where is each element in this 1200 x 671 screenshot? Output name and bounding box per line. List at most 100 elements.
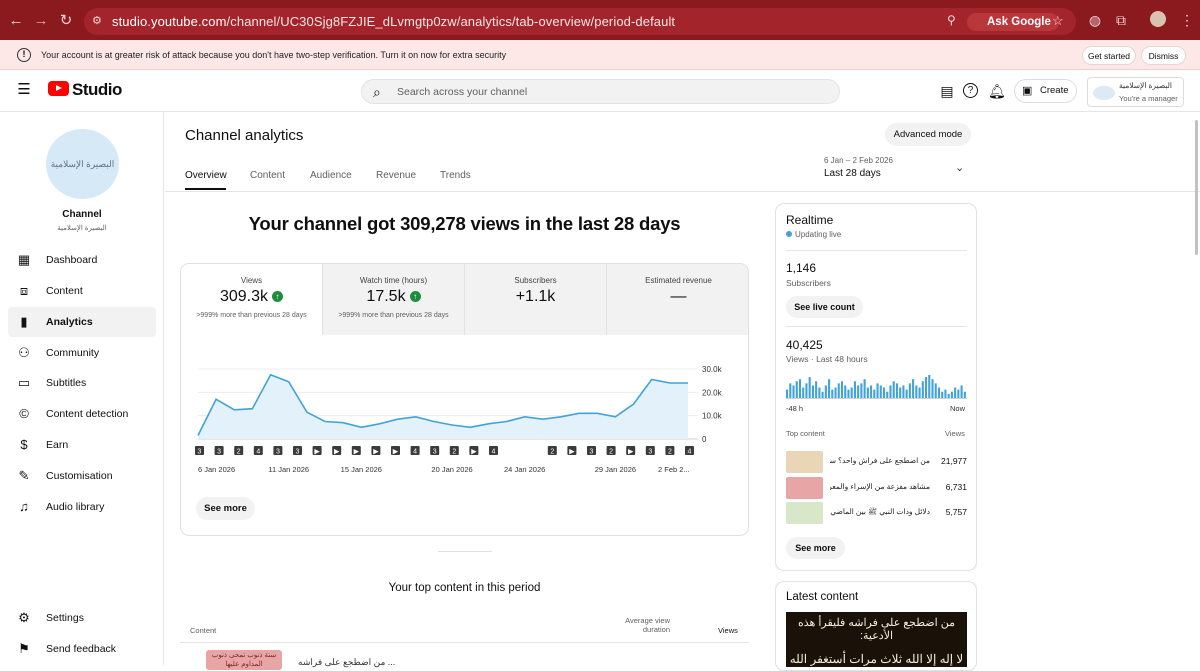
video-thumbnail bbox=[786, 451, 823, 473]
sidebar-item-content[interactable]: ⧈Content bbox=[8, 276, 156, 306]
dismiss-button[interactable]: Dismiss bbox=[1141, 46, 1186, 65]
studio-logo-text[interactable]: Studio bbox=[72, 80, 122, 100]
upload-marker-label: ▶ bbox=[569, 449, 575, 456]
list-item[interactable]: من اضطجع على فراش واحد؟ سرٌّ يهزّ القلوب… bbox=[786, 451, 967, 473]
realtime-views-bar-chart[interactable] bbox=[786, 374, 967, 399]
create-button[interactable]: ▣ Create bbox=[1014, 79, 1077, 103]
sidebar-item-subtitles[interactable]: ▭Subtitles bbox=[8, 368, 156, 398]
profile-avatar-icon[interactable] bbox=[1150, 11, 1166, 27]
notifications-bell-icon[interactable]: 🔔︎ bbox=[988, 83, 1004, 99]
sidebar-item-label: Earn bbox=[46, 439, 68, 451]
sidebar-item-dashboard[interactable]: ▦Dashboard bbox=[8, 245, 156, 275]
ask-google-label: Ask Google bbox=[987, 16, 1051, 28]
tab-audience[interactable]: Audience bbox=[310, 170, 352, 181]
channel-avatar[interactable]: البصيرة الإسلامية bbox=[46, 129, 119, 199]
kpi-note: >999% more than previous 28 days bbox=[323, 312, 464, 319]
tab-overview[interactable]: Overview bbox=[185, 170, 227, 181]
see-more-button[interactable]: See more bbox=[196, 497, 255, 520]
sidebar-item-send-feedback[interactable]: ⚑Send feedback bbox=[8, 634, 156, 664]
upload-marker-label: ▶ bbox=[373, 449, 379, 456]
tabs-divider bbox=[165, 191, 1200, 192]
upload-marker-label: 4 bbox=[413, 449, 417, 456]
kpi-views[interactable]: Views 309.3k↑ >999% more than previous 2… bbox=[181, 264, 323, 335]
youtube-logo-icon[interactable] bbox=[48, 81, 69, 96]
tab-content[interactable]: Content bbox=[250, 170, 285, 181]
realtime-bar bbox=[860, 383, 862, 398]
upload-marker-label: 2 bbox=[609, 449, 613, 456]
x-tick-label: 11 Jan 2026 bbox=[268, 465, 309, 474]
kpi-watch-time[interactable]: Watch time (hours) 17.5k↑ >999% more tha… bbox=[323, 264, 465, 335]
realtime-bar bbox=[870, 385, 872, 398]
sidebar-item-earn[interactable]: $Earn bbox=[8, 430, 156, 460]
x-tick-label: 24 Jan 2026 bbox=[504, 465, 545, 474]
creator-messages-icon[interactable]: ▤ bbox=[939, 83, 955, 99]
video-views: 5,757 bbox=[946, 507, 967, 517]
sidebar-item-community[interactable]: ⚇Community bbox=[8, 338, 156, 368]
video-thumbnail bbox=[786, 477, 823, 499]
sidebar-item-audio-library[interactable]: ♫Audio library bbox=[8, 492, 156, 522]
realtime-bar bbox=[799, 379, 801, 398]
tab-trends[interactable]: Trends bbox=[440, 170, 471, 181]
sidebar-item-customisation[interactable]: ✎Customisation bbox=[8, 461, 156, 491]
x-tick-label: 6 Jan 2026 bbox=[198, 465, 235, 474]
sidebar-item-label: Send feedback bbox=[46, 643, 116, 655]
advanced-mode-button[interactable]: Advanced mode bbox=[885, 123, 971, 146]
reload-icon[interactable]: ↻ bbox=[53, 0, 79, 40]
realtime-views-label: Views · Last 48 hours bbox=[786, 354, 868, 364]
realtime-bar bbox=[896, 383, 898, 398]
video-thumbnail[interactable]: ستة ذنوب تمحى ذنوب المداوم عليها bbox=[206, 650, 282, 670]
realtime-title: Realtime bbox=[786, 213, 833, 227]
tab-revenue[interactable]: Revenue bbox=[376, 170, 416, 181]
realtime-bar bbox=[873, 390, 875, 398]
video-title: دلائل ودات النبي ﷺ بين الماضي والحاضر bbox=[830, 507, 930, 518]
list-item[interactable]: دلائل ودات النبي ﷺ بين الماضي والحاضر 5,… bbox=[786, 502, 967, 524]
realtime-bar bbox=[883, 388, 885, 398]
kpi-estimated-revenue[interactable]: Estimated revenue — bbox=[607, 264, 749, 335]
column-views[interactable]: Views bbox=[718, 626, 738, 635]
forward-icon[interactable]: → bbox=[28, 0, 54, 40]
see-live-count-button[interactable]: See live count bbox=[786, 296, 863, 318]
list-item[interactable]: مشاهد مفزعة من الإسراء والمعراج 6,731 bbox=[786, 477, 967, 499]
page-scrollbar[interactable] bbox=[1195, 120, 1198, 255]
video-title[interactable]: من اضطجع على فراشه ... bbox=[298, 657, 395, 668]
account-switcher[interactable]: البصيرة الإسلامية You're a manager bbox=[1087, 77, 1184, 107]
puzzle-icon[interactable]: ⧉ bbox=[1112, 11, 1130, 29]
create-video-icon: ▣ bbox=[1022, 80, 1032, 102]
axis-left-label: -48 h bbox=[786, 404, 803, 413]
community-icon: ⚇ bbox=[16, 345, 32, 361]
latest-video-thumbnail[interactable]: من اضطجع على فراشه فليقرأ هذه الأدعية: ل… bbox=[786, 612, 967, 667]
sidebar-item-label: Settings bbox=[46, 612, 84, 624]
realtime-bar bbox=[951, 392, 953, 398]
kpi-value: — bbox=[671, 288, 687, 305]
hamburger-menu-icon[interactable]: ☰ bbox=[16, 82, 32, 98]
account-avatar bbox=[1093, 86, 1115, 100]
site-info-icon[interactable]: ⚙ bbox=[92, 14, 102, 27]
address-bar[interactable]: ⚙ studio.youtube.com/channel/UC30Sjg8FZJ… bbox=[84, 8, 1076, 35]
sidebar-item-settings[interactable]: ⚙Settings bbox=[8, 603, 156, 633]
upload-marker-label: ▶ bbox=[471, 449, 477, 456]
kpi-subscribers[interactable]: Subscribers +1.1k bbox=[465, 264, 607, 335]
url-host: studio.youtube.com bbox=[112, 14, 227, 29]
extensions-globe-icon[interactable]: ◍ bbox=[1086, 11, 1104, 29]
get-started-button[interactable]: Get started bbox=[1082, 46, 1136, 65]
sidebar-item-analytics[interactable]: ▮Analytics bbox=[8, 307, 156, 337]
updating-live-status: Updating live bbox=[786, 230, 841, 239]
realtime-bar bbox=[818, 388, 820, 398]
menu-dots-icon[interactable]: ⋮ bbox=[1178, 11, 1196, 29]
zoom-icon[interactable]: ⚲ bbox=[947, 13, 956, 27]
customisation-icon: ✎ bbox=[16, 468, 32, 484]
top-content-label: Top content bbox=[786, 429, 825, 438]
bookmark-star-icon[interactable]: ☆ bbox=[1052, 13, 1064, 29]
views-line-chart[interactable]: 30.0k20.0k10.0k0332433▶▶▶▶▶432▶42▶32▶324… bbox=[190, 355, 730, 480]
realtime-bar bbox=[847, 390, 849, 398]
search-input[interactable]: ⌕ Search across your channel bbox=[361, 79, 840, 104]
x-tick-label: 29 Jan 2026 bbox=[595, 465, 636, 474]
realtime-see-more-button[interactable]: See more bbox=[786, 537, 845, 559]
realtime-bar bbox=[815, 381, 817, 398]
ask-google-button[interactable]: Ask Google bbox=[967, 13, 1059, 31]
realtime-bar bbox=[854, 381, 856, 398]
back-icon[interactable]: ← bbox=[3, 0, 29, 40]
sidebar-item-content-detection[interactable]: ©Content detection bbox=[8, 399, 156, 429]
realtime-bar bbox=[938, 388, 940, 398]
help-icon[interactable]: ? bbox=[963, 83, 978, 98]
